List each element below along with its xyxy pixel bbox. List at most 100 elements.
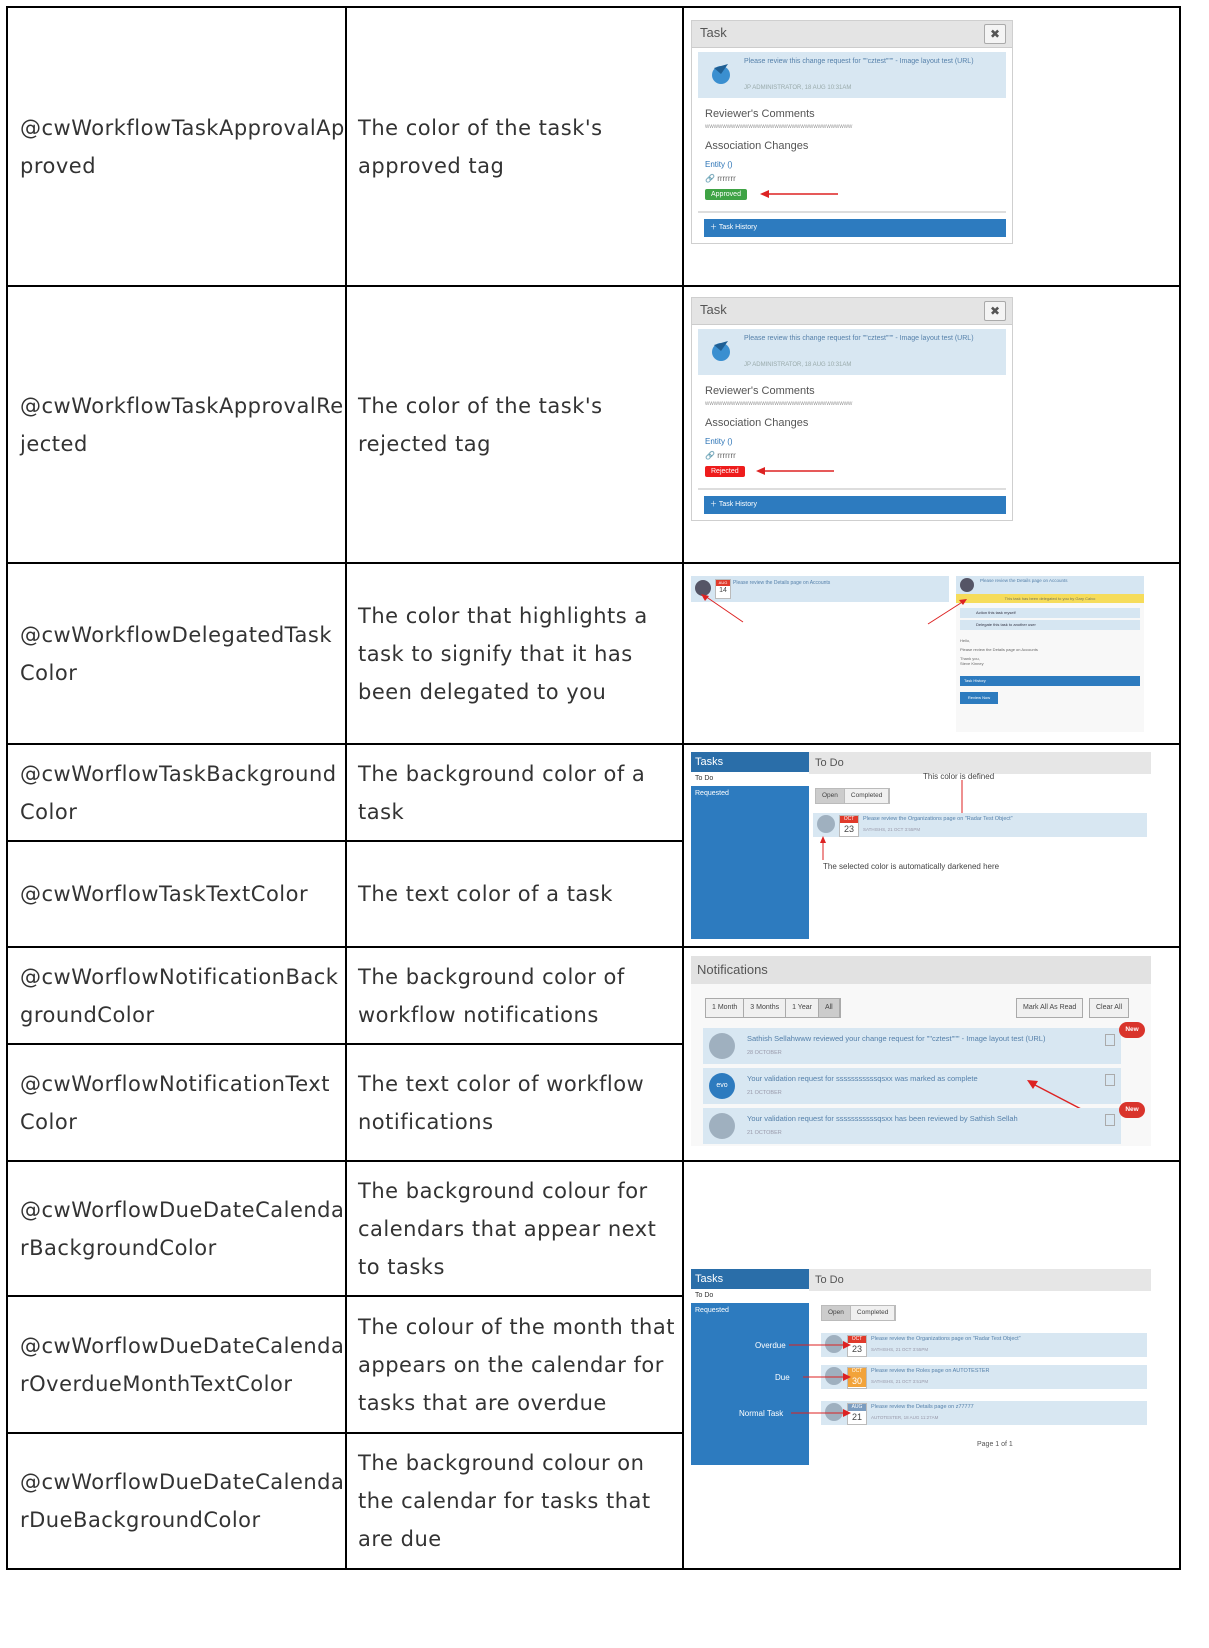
plus-icon: ＋: [710, 501, 719, 508]
notification-text: Your validation request for sssssssssssq…: [747, 1114, 1018, 1123]
entity-link: Entity (): [705, 160, 733, 169]
sidebar-item-requested: Requested: [695, 1307, 729, 1314]
variable-description: The colour of the month that appears on …: [345, 1295, 684, 1434]
screenshot-cell: Task ✖ Please review this change request…: [682, 285, 1181, 564]
filter-1-month: 1 Month: [706, 999, 745, 1017]
task-history-label: Task History: [718, 224, 757, 231]
changes-heading: Association Changes: [705, 417, 809, 429]
email-greeting: Hello,: [960, 638, 971, 643]
annotation-darkened: The selected color is automatically dark…: [823, 862, 1000, 871]
variable-name: @cwWorflowNotificationBackgroundColor: [6, 946, 347, 1045]
task-message: Please review this change request for ""…: [744, 58, 974, 65]
variable-description: The background color of workflow notific…: [345, 946, 684, 1045]
task-meta: SATHISHS, 21 OCT 3:51PM: [871, 1379, 929, 1384]
notification-date: 21 OCTOBER: [747, 1090, 782, 1096]
delegated-task-screenshot: AUG 14 Please review the Details page on…: [691, 572, 1146, 734]
evo-avatar: evo: [709, 1073, 735, 1099]
email-signature: Steve Kinney: [960, 661, 984, 666]
chain-text: rrrrrrr: [717, 174, 736, 183]
task-text: Please review the Organizations page on …: [871, 1336, 1021, 1342]
option-delegate: Delegate this task to another user: [960, 620, 1140, 630]
avatar: [817, 815, 835, 833]
tasks-sidebar: Tasks To Do Requested: [691, 752, 809, 939]
task-row: OCT 23 Please review the Organizations p…: [813, 813, 1147, 837]
filter-3-months: 3 Months: [744, 999, 787, 1017]
entity-link: Entity (): [705, 437, 733, 446]
filter-all: All: [818, 999, 840, 1017]
task-history-label: Task History: [718, 501, 757, 508]
plus-icon: ＋: [710, 224, 719, 231]
screenshot-cell: AUG 14 Please review the Details page on…: [682, 562, 1181, 745]
variable-description: The background colour on the calendar fo…: [345, 1432, 684, 1570]
variable-description: The text color of a task: [345, 840, 684, 948]
new-badge: New: [1119, 1102, 1145, 1118]
dialog-title: Task: [700, 302, 727, 317]
red-arrow: [701, 594, 744, 623]
bird-avatar-icon: [712, 341, 730, 361]
chain-link: 🔗 rrrrrrr: [705, 174, 1012, 183]
task-text: Please review the Details page on Accoun…: [733, 580, 831, 586]
task-meta: JP ADMINISTRATOR, 18 AUG 10:31AM: [744, 85, 852, 91]
variable-name: @cwWorflowTaskBackgroundColor: [6, 743, 347, 842]
variable-description: The background color of a task: [345, 743, 684, 842]
notification-text: Your validation request for sssssssssssq…: [747, 1074, 978, 1083]
clear-all-button: Clear All: [1089, 998, 1130, 1018]
variable-description: The background colour for calendars that…: [345, 1160, 684, 1297]
variable-description: The text color of workflow notifications: [345, 1043, 684, 1162]
variable-name: @cwWorkflowTaskApprovalRejected: [6, 285, 347, 564]
panel-title: To Do: [809, 752, 1151, 774]
chain-link: 🔗 rrrrrrr: [705, 451, 1012, 460]
rejected-tag: Rejected: [705, 466, 745, 477]
link-icon: 🔗: [705, 451, 718, 460]
mark-all-read-button: Mark All As Read: [1016, 998, 1084, 1018]
tab-open: Open: [822, 1306, 851, 1320]
close-icon: ✖: [984, 24, 1006, 44]
task-history-bar: ＋ Task History: [704, 496, 1006, 514]
option-action-myself: Action this task myself: [960, 608, 1140, 618]
variable-name: @cwWorflowNotificationTextColor: [6, 1043, 347, 1162]
task-row-normal: AUG 21 Please review the Details page on…: [821, 1401, 1147, 1425]
variable-name: @cwWorflowDueDateCalendarDueBackgroundCo…: [6, 1432, 347, 1570]
tab-completed: Completed: [845, 789, 890, 803]
close-icon: ✖: [984, 301, 1006, 321]
period-filter: 1 Month 3 Months 1 Year All: [705, 998, 841, 1018]
variable-name: @cwWorkflowTaskApprovalApproved: [6, 6, 347, 287]
comments-heading: Reviewer's Comments: [705, 385, 815, 397]
avatar: [709, 1033, 735, 1059]
panel-title: To Do: [809, 1269, 1151, 1291]
sidebar-title: Tasks: [691, 752, 809, 772]
red-arrows: [789, 1341, 851, 1417]
red-arrow: [756, 467, 834, 475]
pagination: Page 1 of 1: [977, 1441, 1013, 1448]
style-variables-table: @cwWorkflowTaskApprovalApproved The colo…: [6, 6, 1181, 1570]
sidebar-item-todo: To Do: [691, 1289, 809, 1303]
variable-description: The color that highlights a task to sign…: [345, 562, 684, 745]
status-tabs: Open Completed: [821, 1305, 897, 1321]
variable-name: @cwWorflowDueDateCalendarOverdueMonthTex…: [6, 1295, 347, 1434]
avatar: [709, 1113, 735, 1139]
avatar: [960, 578, 974, 592]
notification-date: 21 OCTOBER: [747, 1130, 782, 1136]
red-arrow: [820, 836, 826, 860]
dialog-title: Task: [700, 25, 727, 40]
comments-text: wwwwwwwwwwwwwwwwwwwwwwwwwwwwwwwwww: [705, 401, 853, 407]
task-history-bar: Task History: [960, 676, 1140, 686]
task-title: Please review the Details page on Accoun…: [980, 578, 1068, 583]
tab-open: Open: [816, 789, 845, 803]
notifications-screenshot: Notifications 1 Month 3 Months 1 Year Al…: [691, 956, 1151, 1146]
trash-icon: [1105, 1074, 1115, 1086]
rejected-task-dialog-screenshot: Task ✖ Please review this change request…: [691, 297, 1013, 521]
screenshot-cell: Notifications 1 Month 3 Months 1 Year Al…: [682, 946, 1181, 1162]
notification-date: 28 OCTOBER: [747, 1050, 782, 1056]
approved-task-dialog-screenshot: Task ✖ Please review this change request…: [691, 20, 1013, 244]
task-text: Please review the Organizations page on …: [863, 816, 1013, 822]
task-text: Please review the Roles page on AUTOTEST…: [871, 1368, 990, 1374]
trash-icon: [1105, 1114, 1115, 1126]
screenshot-cell: Task ✖ Please review this change request…: [682, 6, 1181, 287]
task-row-overdue: OCT 23 Please review the Organizations p…: [821, 1333, 1147, 1357]
label-normal-task: Normal Task: [739, 1409, 784, 1418]
variable-name: @cwWorflowDueDateCalendarBackgroundColor: [6, 1160, 347, 1297]
email-body: Please review the Details page on Accoun…: [960, 647, 1038, 652]
screenshot-cell: Tasks To Do Requested To Do Open Complet…: [682, 743, 1181, 948]
notification-item: Sathish Sellahwww reviewed your change r…: [703, 1028, 1121, 1064]
